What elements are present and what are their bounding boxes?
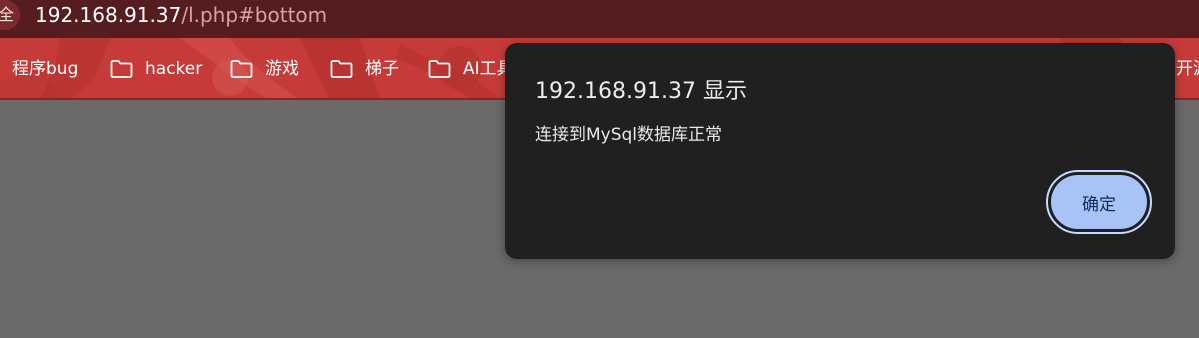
dialog-title: 192.168.91.37 显示 [535, 79, 747, 104]
bookmark-label: 程序bug [12, 59, 79, 79]
bookmark-folder-ladder[interactable]: 梯子 [330, 57, 399, 81]
bookmark-label: 梯子 [365, 59, 399, 79]
address-bar[interactable]: 全 192.168.91.37/l.php#bottom [0, 0, 1199, 38]
site-info-icon[interactable]: 全 [0, 0, 20, 30]
folder-icon [330, 60, 353, 78]
bookmark-label: 开源 [1176, 59, 1199, 79]
site-info-glyph: 全 [0, 5, 14, 24]
url-host: 192.168.91.37 [35, 3, 182, 27]
bookmark-label: 游戏 [265, 59, 299, 79]
folder-icon [110, 60, 133, 78]
alert-dialog: 192.168.91.37 显示 连接到MySql数据库正常 确定 [505, 43, 1175, 259]
folder-icon [230, 60, 253, 78]
ok-button[interactable]: 确定 [1046, 170, 1152, 234]
dialog-message: 连接到MySql数据库正常 [535, 125, 723, 145]
folder-icon [428, 60, 451, 78]
bookmark-item-bug[interactable]: 程序bug [12, 57, 78, 81]
ok-button-label: 确定 [1051, 175, 1147, 229]
bookmark-label: hacker [145, 59, 203, 79]
bookmark-folder-hacker[interactable]: hacker [110, 57, 202, 81]
bookmark-item-open-source[interactable]: 开源 [1176, 57, 1199, 81]
url-field[interactable]: 192.168.91.37/l.php#bottom [35, 2, 327, 28]
bookmark-folder-games[interactable]: 游戏 [230, 57, 299, 81]
bookmark-folder-ai-tools[interactable]: AI工具 [428, 57, 514, 81]
url-path: /l.php#bottom [181, 3, 328, 27]
